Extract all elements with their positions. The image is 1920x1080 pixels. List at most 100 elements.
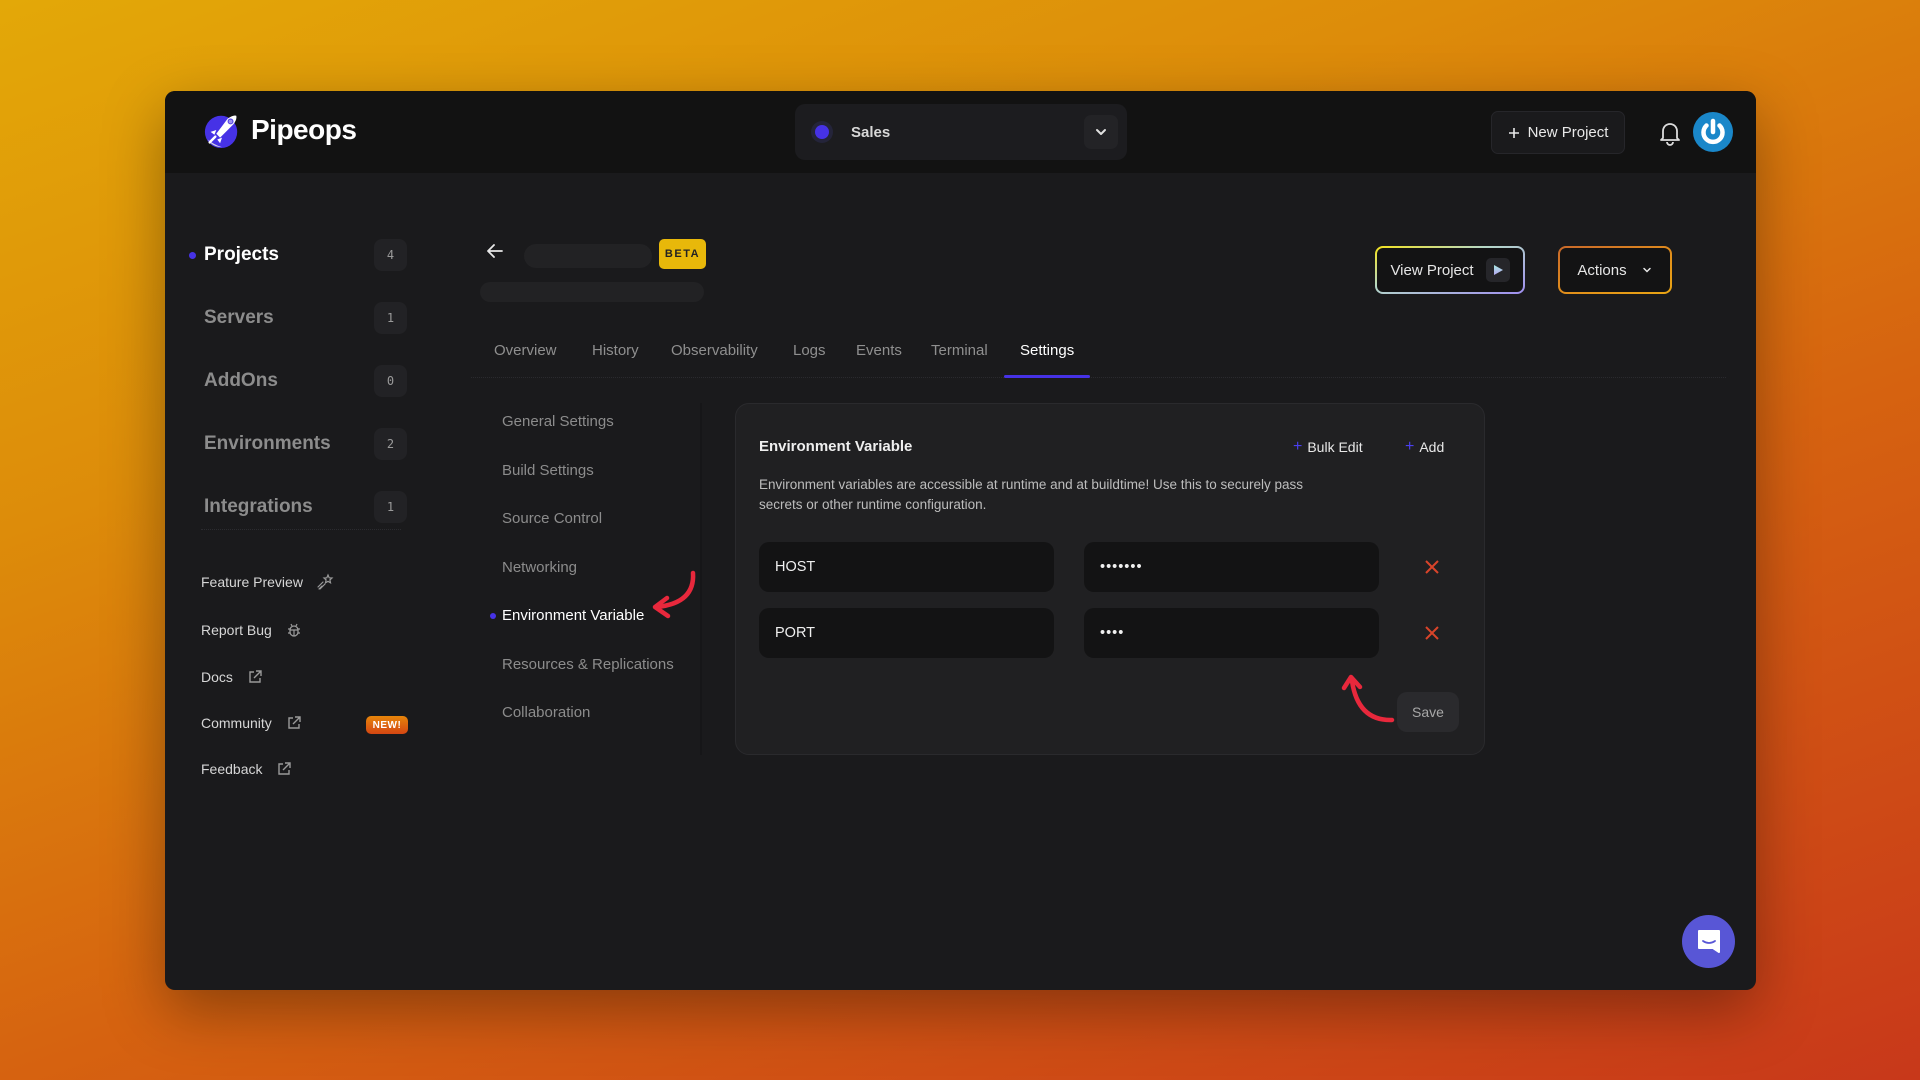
sidebar-link-feature-preview[interactable]: Feature Preview <box>201 573 334 591</box>
avatar[interactable] <box>1693 112 1733 152</box>
add-variable-button[interactable]: + Add <box>1405 438 1444 456</box>
actions-dropdown[interactable]: Actions <box>1558 246 1672 294</box>
env-value-input[interactable] <box>1084 608 1379 658</box>
settings-nav-label: Build Settings <box>502 462 594 479</box>
tab-overview[interactable]: Overview <box>494 342 557 359</box>
external-link-icon <box>249 670 262 683</box>
tab-history[interactable]: History <box>592 342 639 359</box>
sidebar-item-servers[interactable]: Servers 1 <box>189 301 407 335</box>
external-link-icon <box>288 716 301 729</box>
env-key-input[interactable] <box>759 542 1054 592</box>
sidebar-link-report-bug[interactable]: Report Bug <box>201 621 303 639</box>
bulk-edit-button[interactable]: + Bulk Edit <box>1293 438 1363 456</box>
sidebar-link-label: Feedback <box>201 761 263 777</box>
project-name-placeholder <box>524 244 652 268</box>
settings-nav-collaboration[interactable]: Collaboration <box>502 704 590 721</box>
card-description: Environment variables are accessible at … <box>759 477 1304 512</box>
sidebar-item-count: 0 <box>374 365 407 397</box>
tabs-divider <box>471 377 1726 378</box>
env-key-input[interactable] <box>759 608 1054 658</box>
environment-variable-card: Environment Variable + Bulk Edit + Add E… <box>735 403 1485 755</box>
sidebar-link-label: Report Bug <box>201 622 272 638</box>
env-variable-row <box>759 608 1459 658</box>
brand-name: Pipeops <box>251 114 357 145</box>
actions-label: Actions <box>1577 261 1627 279</box>
tab-events[interactable]: Events <box>856 342 902 359</box>
plus-icon: + <box>1405 438 1415 455</box>
new-project-label: New Project <box>1527 124 1609 141</box>
save-button[interactable]: Save <box>1397 692 1459 732</box>
tab-terminal[interactable]: Terminal <box>931 342 988 359</box>
sidebar-item-count: 1 <box>374 491 407 523</box>
bug-icon <box>287 623 300 637</box>
app-window: Pipeops Sales New Project Projects 4 Ser… <box>165 91 1756 990</box>
logo[interactable]: Pipeops <box>203 111 357 149</box>
project-subtitle-placeholder <box>480 282 704 302</box>
env-value-input[interactable] <box>1084 542 1379 592</box>
active-tab-indicator <box>1004 375 1090 378</box>
settings-nav-label: General Settings <box>502 413 614 430</box>
sidebar-item-count: 4 <box>374 239 407 271</box>
settings-nav-build[interactable]: Build Settings <box>502 462 594 479</box>
chat-support-button[interactable] <box>1682 915 1735 968</box>
external-link-icon <box>278 762 292 775</box>
settings-nav-networking[interactable]: Networking <box>502 559 577 576</box>
sidebar-item-count: 2 <box>374 428 407 460</box>
workspace-status-dot <box>815 125 829 139</box>
settings-nav-label: Resources & Replications <box>502 656 674 673</box>
plus-icon: + <box>1293 438 1303 455</box>
active-indicator-dot <box>490 613 496 619</box>
view-project-button[interactable]: View Project <box>1375 246 1525 294</box>
sidebar-link-label: Community <box>201 715 272 731</box>
settings-nav-general[interactable]: General Settings <box>502 413 614 430</box>
sidebar-item-addons[interactable]: AddOns 0 <box>189 364 407 398</box>
beta-badge: BETA <box>659 239 706 269</box>
remove-variable-icon[interactable] <box>1422 623 1442 643</box>
new-project-button[interactable]: New Project <box>1491 111 1625 154</box>
sidebar-item-label: Servers <box>204 307 274 328</box>
sidebar-item-label: Environments <box>204 433 331 454</box>
tab-logs[interactable]: Logs <box>793 342 826 359</box>
tab-observability[interactable]: Observability <box>671 342 758 359</box>
sidebar-link-community[interactable]: Community <box>201 714 303 732</box>
annotation-arrow-icon <box>652 570 696 619</box>
settings-nav-divider <box>700 403 702 755</box>
plus-icon <box>1508 127 1519 138</box>
chevron-down-icon[interactable] <box>1084 115 1118 149</box>
sidebar-item-label: Projects <box>204 244 279 265</box>
sidebar-link-docs[interactable]: Docs <box>201 668 264 686</box>
back-arrow-icon[interactable] <box>485 241 505 261</box>
tab-settings[interactable]: Settings <box>1020 342 1074 359</box>
sidebar-item-environments[interactable]: Environments 2 <box>189 427 407 461</box>
sidebar-link-label: Docs <box>201 669 233 685</box>
sidebar-item-projects[interactable]: Projects 4 <box>189 238 407 272</box>
sidebar-link-label: Feature Preview <box>201 574 303 590</box>
workspace-selector[interactable]: Sales <box>795 104 1127 160</box>
bell-icon[interactable] <box>1657 119 1683 147</box>
settings-nav-label: Collaboration <box>502 704 591 721</box>
settings-nav-resources[interactable]: Resources & Replications <box>502 656 674 673</box>
settings-nav-source-control[interactable]: Source Control <box>502 510 602 527</box>
shooting-star-icon <box>317 573 334 590</box>
sidebar-item-label: AddOns <box>204 370 278 391</box>
settings-nav-environment-variable[interactable]: Environment Variable <box>490 607 644 624</box>
sidebar-divider <box>201 529 401 530</box>
sidebar-item-integrations[interactable]: Integrations 1 <box>189 490 407 524</box>
view-project-label: View Project <box>1390 261 1474 279</box>
remove-variable-icon[interactable] <box>1422 557 1442 577</box>
new-badge: NEW! <box>366 716 408 734</box>
env-variable-row <box>759 542 1459 592</box>
top-header: Pipeops Sales New Project <box>165 91 1756 173</box>
card-title: Environment Variable <box>759 438 913 455</box>
workspace-label: Sales <box>851 123 891 141</box>
sidebar-link-feedback[interactable]: Feedback <box>201 760 293 778</box>
settings-nav-label: Networking <box>502 559 578 576</box>
play-icon <box>1485 258 1510 282</box>
chevron-down-icon <box>1642 267 1651 273</box>
sidebar-item-label: Integrations <box>204 496 313 517</box>
sidebar: Projects 4 Servers 1 AddOns 0 Environmen… <box>165 173 425 990</box>
rocket-logo-icon <box>204 115 238 149</box>
active-indicator-dot <box>189 251 196 259</box>
sidebar-item-count: 1 <box>374 302 407 334</box>
chat-icon <box>1697 929 1720 953</box>
